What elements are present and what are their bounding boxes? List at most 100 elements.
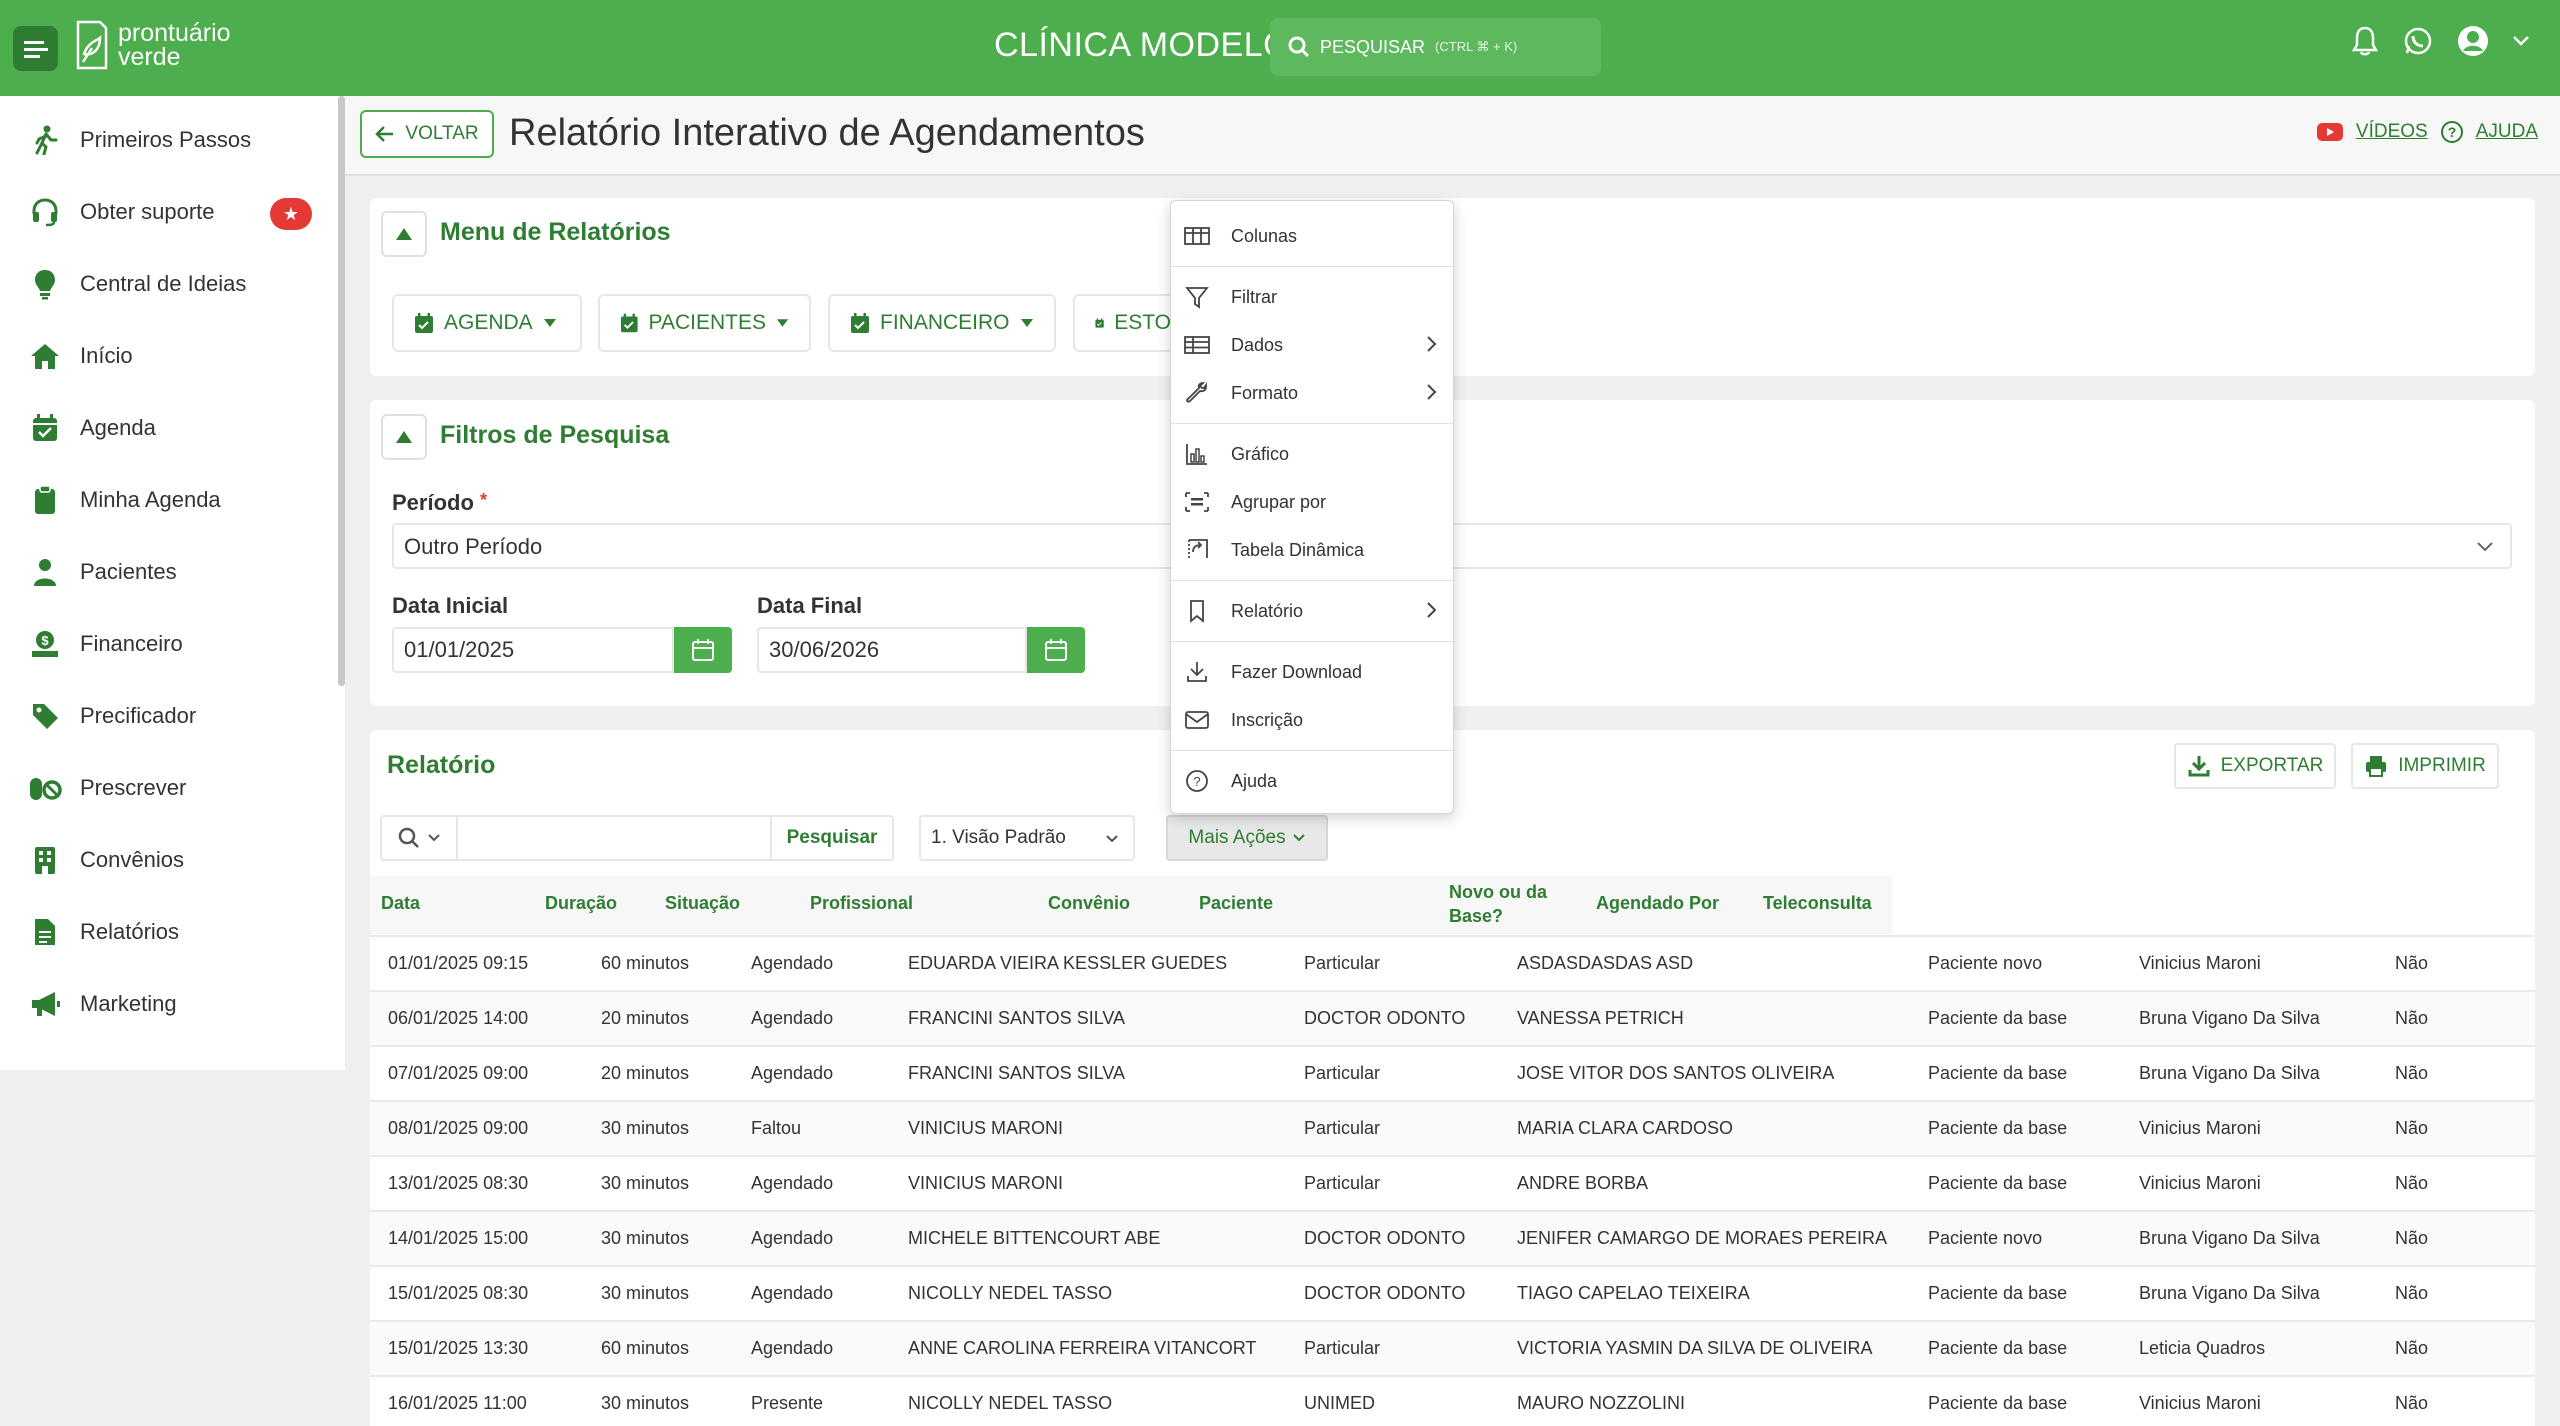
menu-item-dados[interactable]: Dados	[1171, 323, 1453, 367]
table-cell: 30 minutos	[601, 1118, 690, 1138]
column-header-paciente[interactable]: Paciente	[1199, 893, 1273, 914]
search-column-selector[interactable]	[382, 817, 458, 859]
pacientes-menu-button[interactable]: PACIENTES	[598, 294, 811, 352]
table-cell: Agendado	[751, 953, 834, 973]
table-cell: NICOLLY NEDEL TASSO	[908, 1393, 1113, 1413]
sidebar-item-financeiro[interactable]: $ Financeiro	[0, 614, 330, 674]
end-date-picker-button[interactable]	[1027, 627, 1085, 673]
support-badge: ★	[270, 198, 312, 230]
bell-icon[interactable]	[2350, 25, 2380, 57]
filters-collapse-button[interactable]	[381, 414, 427, 460]
table-icon	[1183, 331, 1211, 359]
user-avatar-icon[interactable]	[2456, 24, 2490, 58]
column-header-convenio[interactable]: Convênio	[1048, 893, 1130, 914]
table-row[interactable]: 01/01/2025 09:15 60 minutos Agendado EDUARD…	[370, 935, 2535, 990]
column-header-duracao[interactable]: Duração	[545, 893, 617, 914]
financeiro-menu-button[interactable]: FINANCEIRO	[828, 294, 1056, 352]
table-row[interactable]: 08/01/2025 09:00 30 minutos Faltou VINICIUS…	[370, 1100, 2535, 1155]
start-date-input[interactable]: 01/01/2025	[392, 627, 674, 673]
calendar-icon	[1095, 318, 1104, 328]
view-select[interactable]: 1. Visão Padrão	[919, 815, 1135, 861]
table-cell: Particular	[1304, 1063, 1381, 1083]
table-cell: Não	[2395, 953, 2429, 973]
back-button[interactable]: VOLTAR	[360, 110, 494, 158]
export-label: EXPORTAR	[2220, 755, 2324, 776]
caret-down-icon	[1020, 319, 1033, 327]
menu-item-label: Dados	[1231, 334, 1284, 355]
report-search-button[interactable]: Pesquisar	[770, 817, 892, 859]
period-label-text: Período	[392, 490, 474, 515]
menu-item-inscricao[interactable]: Inscrição	[1171, 698, 1453, 742]
sidebar-item-label: Pacientes	[80, 559, 177, 584]
end-date-input[interactable]: 30/06/2026	[757, 627, 1027, 673]
app-logo[interactable]: prontuário verde	[74, 18, 231, 72]
chevron-down-icon	[2477, 542, 2493, 552]
sidebar-item-inicio[interactable]: Início	[0, 326, 330, 386]
sidebar-item-convenios[interactable]: Convênios	[0, 830, 330, 890]
table-cell: Não	[2395, 1393, 2429, 1413]
table-cell: Particular	[1304, 1118, 1381, 1138]
table-row[interactable]: 16/01/2025 11:00 30 minutos Presente NICOLL…	[370, 1375, 2535, 1426]
column-header-novo-ou-base[interactable]: Novo ou da Base?	[1449, 880, 1569, 928]
chevron-down-icon[interactable]	[2512, 35, 2530, 47]
calendar-icon	[28, 411, 62, 445]
back-button-label: VOLTAR	[405, 123, 479, 144]
more-actions-button[interactable]: Mais Ações	[1166, 815, 1328, 861]
table-row[interactable]: 15/01/2025 08:30 30 minutos Agendado NICOLL…	[370, 1265, 2535, 1320]
menu-item-fazer-download[interactable]: Fazer Download	[1171, 650, 1453, 694]
menu-item-ajuda[interactable]: ? Ajuda	[1171, 759, 1453, 803]
sidebar-item-central-de-ideias[interactable]: Central de Ideias	[0, 254, 330, 314]
table-row[interactable]: 15/01/2025 13:30 60 minutos Agendado ANNE C…	[370, 1320, 2535, 1375]
table-cell: Particular	[1304, 1173, 1381, 1193]
export-button[interactable]: EXPORTAR	[2174, 743, 2336, 789]
menu-item-relatorio[interactable]: Relatório	[1171, 589, 1453, 633]
column-header-data[interactable]: Data	[381, 893, 420, 914]
sidebar-scrollbar[interactable]	[338, 96, 345, 686]
sidebar-item-obter-suporte[interactable]: Obter suporte ★	[0, 182, 330, 242]
bookmark-icon	[1183, 597, 1211, 625]
sidebar-item-pacientes[interactable]: Pacientes	[0, 542, 330, 602]
search-label: PESQUISAR	[1320, 36, 1426, 57]
printer-icon	[2366, 756, 2387, 777]
table-row[interactable]: 06/01/2025 14:00 20 minutos Agendado FRANCI…	[370, 990, 2535, 1045]
menu-item-tabela-dinamica[interactable]: Tabela Dinâmica	[1171, 528, 1453, 572]
table-cell: 30 minutos	[601, 1283, 690, 1303]
menu-item-agrupar-por[interactable]: Agrupar por	[1171, 480, 1453, 524]
table-row[interactable]: 13/01/2025 08:30 30 minutos Agendado VINICI…	[370, 1155, 2535, 1210]
sidebar-item-agenda[interactable]: Agenda	[0, 398, 330, 458]
menu-item-filtrar[interactable]: Filtrar	[1171, 275, 1453, 319]
report-search-input[interactable]	[458, 817, 770, 859]
table-cell: Agendado	[751, 1063, 834, 1083]
table-cell: ANNE CAROLINA FERREIRA VITANCORT	[908, 1338, 1257, 1358]
column-header-profissional[interactable]: Profissional	[810, 893, 913, 914]
sidebar-item-minha-agenda[interactable]: Minha Agenda	[0, 470, 330, 530]
menu-separator	[1171, 423, 1453, 424]
sidebar-item-primeiros-passos[interactable]: Primeiros Passos	[0, 110, 330, 170]
reports-menu-collapse-button[interactable]	[381, 211, 427, 257]
column-header-situacao[interactable]: Situação	[665, 893, 740, 914]
menu-item-colunas[interactable]: Colunas	[1171, 214, 1453, 258]
whatsapp-icon[interactable]	[2402, 25, 2434, 57]
table-row[interactable]: 07/01/2025 09:00 20 minutos Agendado FRANCI…	[370, 1045, 2535, 1100]
sidebar-item-precificador[interactable]: Precificador	[0, 686, 330, 746]
clipboard-icon	[28, 483, 62, 517]
menu-item-grafico[interactable]: Gráfico	[1171, 432, 1453, 476]
help-link[interactable]: AJUDA	[2476, 121, 2538, 143]
print-button[interactable]: IMPRIMIR	[2351, 743, 2499, 789]
column-header-teleconsulta[interactable]: Teleconsulta	[1763, 893, 1872, 914]
videos-link[interactable]: VÍDEOS	[2356, 121, 2428, 143]
sidebar-item-marketing[interactable]: Marketing	[0, 974, 330, 1034]
table-cell: Agendado	[751, 1283, 834, 1303]
sidebar-item-relatorios[interactable]: Relatórios	[0, 902, 330, 962]
column-header-agendado-por[interactable]: Agendado Por	[1596, 893, 1719, 914]
table-cell: Vinicius Maroni	[2139, 1173, 2261, 1193]
menu-item-formato[interactable]: Formato	[1171, 371, 1453, 415]
sidebar-item-prescrever[interactable]: Prescrever	[0, 758, 330, 818]
group-icon	[1183, 488, 1211, 516]
global-search[interactable]: PESQUISAR (CTRL ⌘ + K)	[1270, 18, 1601, 76]
start-date-picker-button[interactable]	[674, 627, 732, 673]
hamburger-menu-button[interactable]	[13, 26, 58, 71]
agenda-menu-button[interactable]: AGENDA	[392, 294, 582, 352]
table-row[interactable]: 14/01/2025 15:00 30 minutos Agendado MICHEL…	[370, 1210, 2535, 1265]
search-shortcut: (CTRL ⌘ + K)	[1435, 39, 1518, 54]
